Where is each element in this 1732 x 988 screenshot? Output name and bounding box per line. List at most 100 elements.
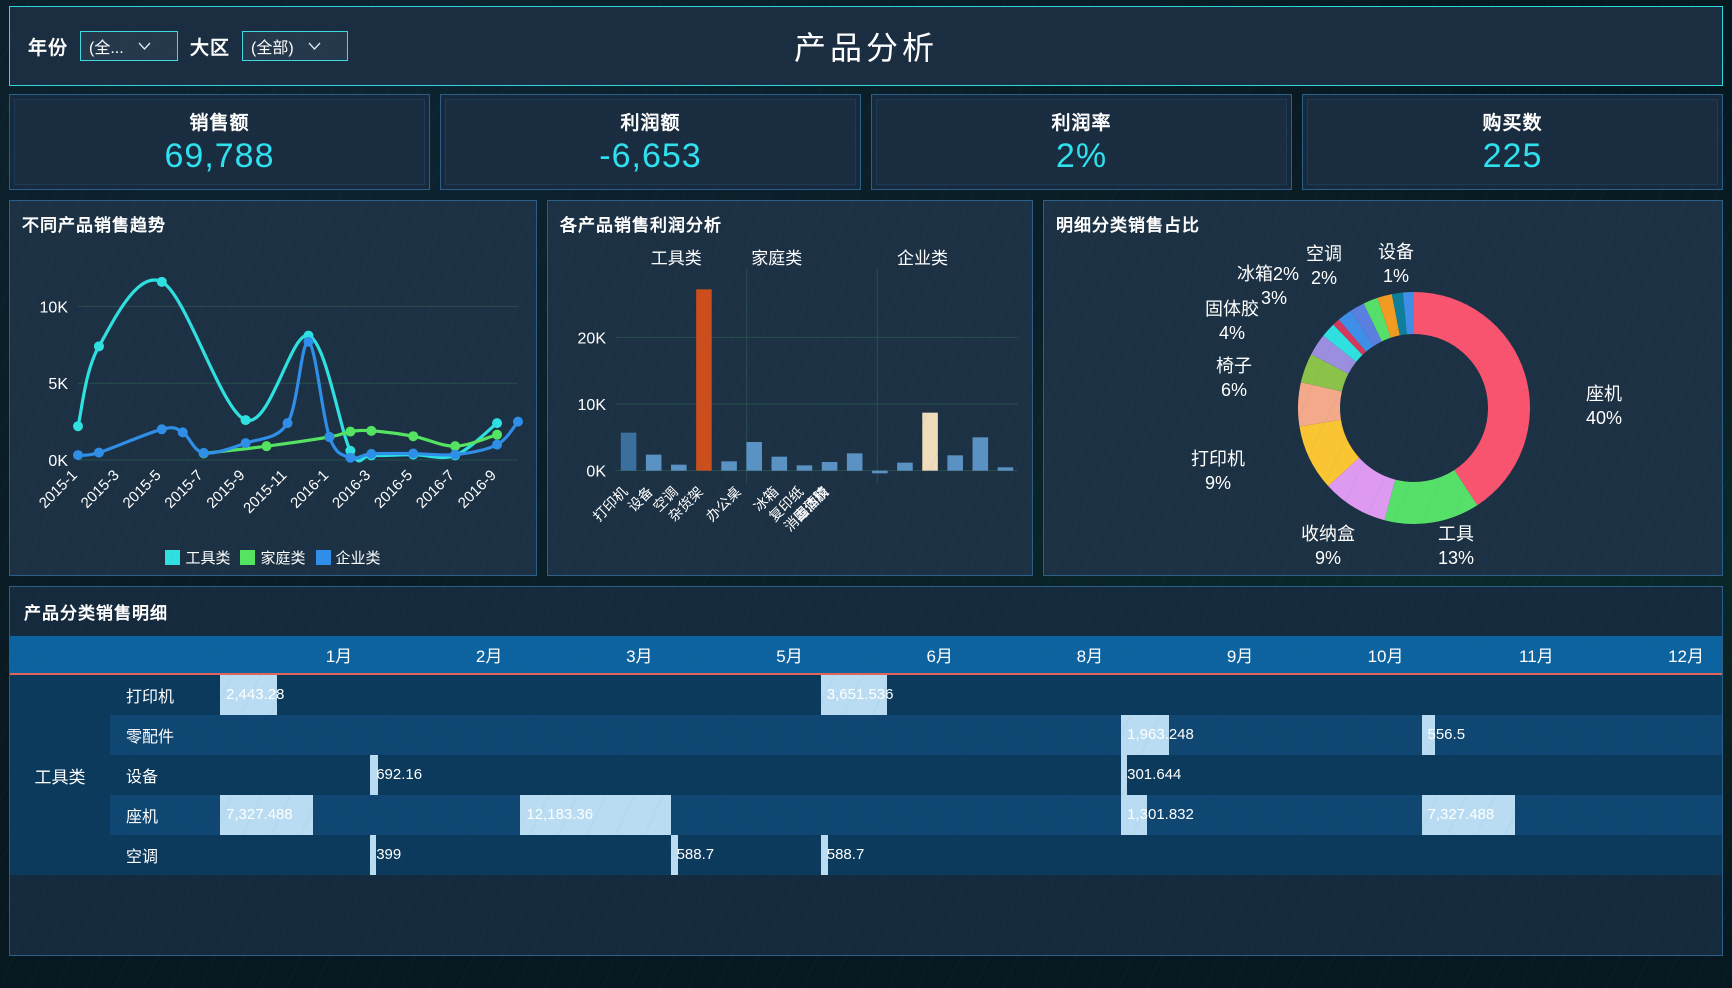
year-filter-value: (全... [89, 40, 124, 57]
table-value-cell[interactable] [1571, 674, 1722, 715]
table-value-cell[interactable] [520, 755, 671, 795]
table-value-cell[interactable] [1421, 835, 1572, 875]
table-value-cell[interactable]: 588.7 [670, 835, 821, 875]
table-value-cell[interactable]: 12,183.36 [520, 795, 671, 835]
legend-item-2[interactable]: 企业类 [315, 547, 381, 568]
table-value-cell[interactable] [370, 674, 521, 715]
table-value-cell[interactable] [520, 835, 671, 875]
table-value-cell[interactable] [970, 715, 1122, 755]
table-value-cell[interactable] [370, 795, 521, 835]
table-value-cell[interactable] [1421, 674, 1572, 715]
table-value-cell[interactable] [370, 715, 521, 755]
table-subcategory-cell: 设备 [110, 755, 220, 795]
table-value-cell[interactable] [520, 674, 671, 715]
bar-rect[interactable] [997, 467, 1014, 471]
table-value-cell[interactable] [220, 755, 371, 795]
table-value-cell[interactable] [1121, 674, 1272, 715]
table-value-cell[interactable] [820, 795, 971, 835]
table-col-header[interactable]: 6月 [820, 636, 971, 675]
table-value-cell[interactable] [1271, 835, 1422, 875]
table-value-cell[interactable] [220, 715, 371, 755]
bar-rect[interactable] [897, 462, 913, 471]
table-row[interactable]: 设备 692.16 301.644 [10, 755, 1722, 795]
table-value-cell[interactable] [1271, 755, 1422, 795]
table-value-cell[interactable]: 692.16 [370, 755, 521, 795]
donut-label-0: 座机 40% [1586, 384, 1622, 428]
table-col-corner[interactable] [10, 636, 110, 675]
table-value-cell[interactable]: 2,443.28 [220, 674, 371, 715]
donut-slice[interactable] [1414, 292, 1530, 506]
bar-rect[interactable] [620, 432, 637, 471]
table-value-cell[interactable]: 1,301.832 [1121, 795, 1272, 835]
table-col-header[interactable]: 3月 [520, 636, 671, 675]
bar-rect[interactable] [721, 461, 737, 471]
table-value-cell[interactable]: 588.7 [820, 835, 971, 875]
table-col-header[interactable]: 10月 [1271, 636, 1422, 675]
table-value-cell[interactable] [820, 715, 971, 755]
table-col-corner[interactable] [110, 636, 220, 675]
bar-rect[interactable] [846, 453, 863, 471]
table-value-cell[interactable]: 7,327.488 [1421, 795, 1572, 835]
line-point [240, 438, 251, 449]
bar-rect[interactable] [821, 462, 838, 471]
table-value-cell[interactable] [520, 715, 671, 755]
table-value-cell[interactable]: 1,963.248 [1121, 715, 1272, 755]
legend-item-1[interactable]: 家庭类 [240, 547, 306, 568]
bar-rect[interactable] [872, 470, 888, 474]
table-value-cell[interactable] [1571, 755, 1722, 795]
table-value-cell[interactable] [1271, 715, 1422, 755]
table-value-cell[interactable]: 399 [370, 835, 521, 875]
bar-rect[interactable] [922, 412, 938, 471]
table-value-cell[interactable] [1421, 755, 1572, 795]
table-value-cell[interactable] [670, 755, 821, 795]
table-value-cell[interactable] [670, 795, 821, 835]
table-col-header[interactable]: 1月 [220, 636, 371, 675]
kpi-row: 销售额 69,788 利润额 -6,653 利润率 2% 购买数 225 [9, 94, 1723, 190]
detail-table: 1月 2月 3月 5月 6月 8月 9月 10月 11月 12月 工具类 打印机 2,443.28 3,… [10, 636, 1722, 875]
bar-rect[interactable] [771, 456, 788, 471]
table-value-cell[interactable] [1271, 795, 1422, 835]
table-row[interactable]: 工具类 打印机 2,443.28 3,651.536 [10, 674, 1722, 875]
table-col-header[interactable]: 2月 [370, 636, 521, 675]
table-value-cell[interactable] [970, 835, 1122, 875]
table-col-header[interactable]: 9月 [1121, 636, 1272, 675]
table-value-cell[interactable] [670, 715, 821, 755]
line-x-tick: 2015-7 [161, 467, 206, 512]
table-row[interactable]: 零配件 1,963.248 556.5 [10, 715, 1722, 755]
table-col-header[interactable]: 8月 [970, 636, 1122, 675]
table-value-cell[interactable] [970, 755, 1122, 795]
table-value-cell[interactable] [1571, 715, 1722, 755]
table-value-cell[interactable] [820, 755, 971, 795]
table-value-cell[interactable] [1271, 674, 1422, 715]
table-value-cell[interactable] [1571, 835, 1722, 875]
line-x-tick: 2015-1 [36, 467, 81, 512]
legend-item-0[interactable]: 工具类 [165, 547, 230, 568]
table-value-cell[interactable]: 556.5 [1421, 715, 1572, 755]
table-value-cell[interactable]: 3,651.536 [820, 674, 971, 715]
table-value-cell[interactable] [670, 674, 821, 715]
bar-rect[interactable] [746, 442, 762, 471]
bar-rect[interactable] [696, 289, 712, 471]
table-value-cell[interactable] [1121, 835, 1272, 875]
table-col-header[interactable]: 5月 [670, 636, 821, 675]
table-value-cell[interactable] [220, 835, 371, 875]
table-cell-value: 692.16 [376, 766, 423, 783]
bar-rect[interactable] [796, 465, 813, 471]
year-filter-dropdown[interactable]: (全... [80, 31, 179, 61]
line-x-tick: 2016-5 [371, 467, 416, 512]
bar-rect[interactable] [645, 454, 662, 471]
table-value-cell[interactable] [970, 674, 1122, 715]
table-value-cell[interactable]: 7,327.488 [220, 795, 371, 835]
bar-rect[interactable] [972, 437, 989, 471]
table-row[interactable]: 空调 399 588.7 588.7 [10, 835, 1722, 875]
region-filter-dropdown[interactable]: (全部) [242, 31, 349, 61]
bar-rect[interactable] [947, 455, 963, 471]
table-value-cell[interactable] [1571, 795, 1722, 835]
kpi-card-purchases: 购买数 225 [1302, 94, 1723, 190]
table-value-cell[interactable]: 301.644 [1121, 755, 1272, 795]
table-value-cell[interactable] [970, 795, 1122, 835]
bar-rect[interactable] [671, 464, 687, 471]
table-row[interactable]: 座机 7,327.488 12,183.36 1,301.832 7,327.488 [10, 795, 1722, 835]
table-col-header[interactable]: 12月 [1571, 636, 1722, 675]
table-col-header[interactable]: 11月 [1421, 636, 1572, 675]
